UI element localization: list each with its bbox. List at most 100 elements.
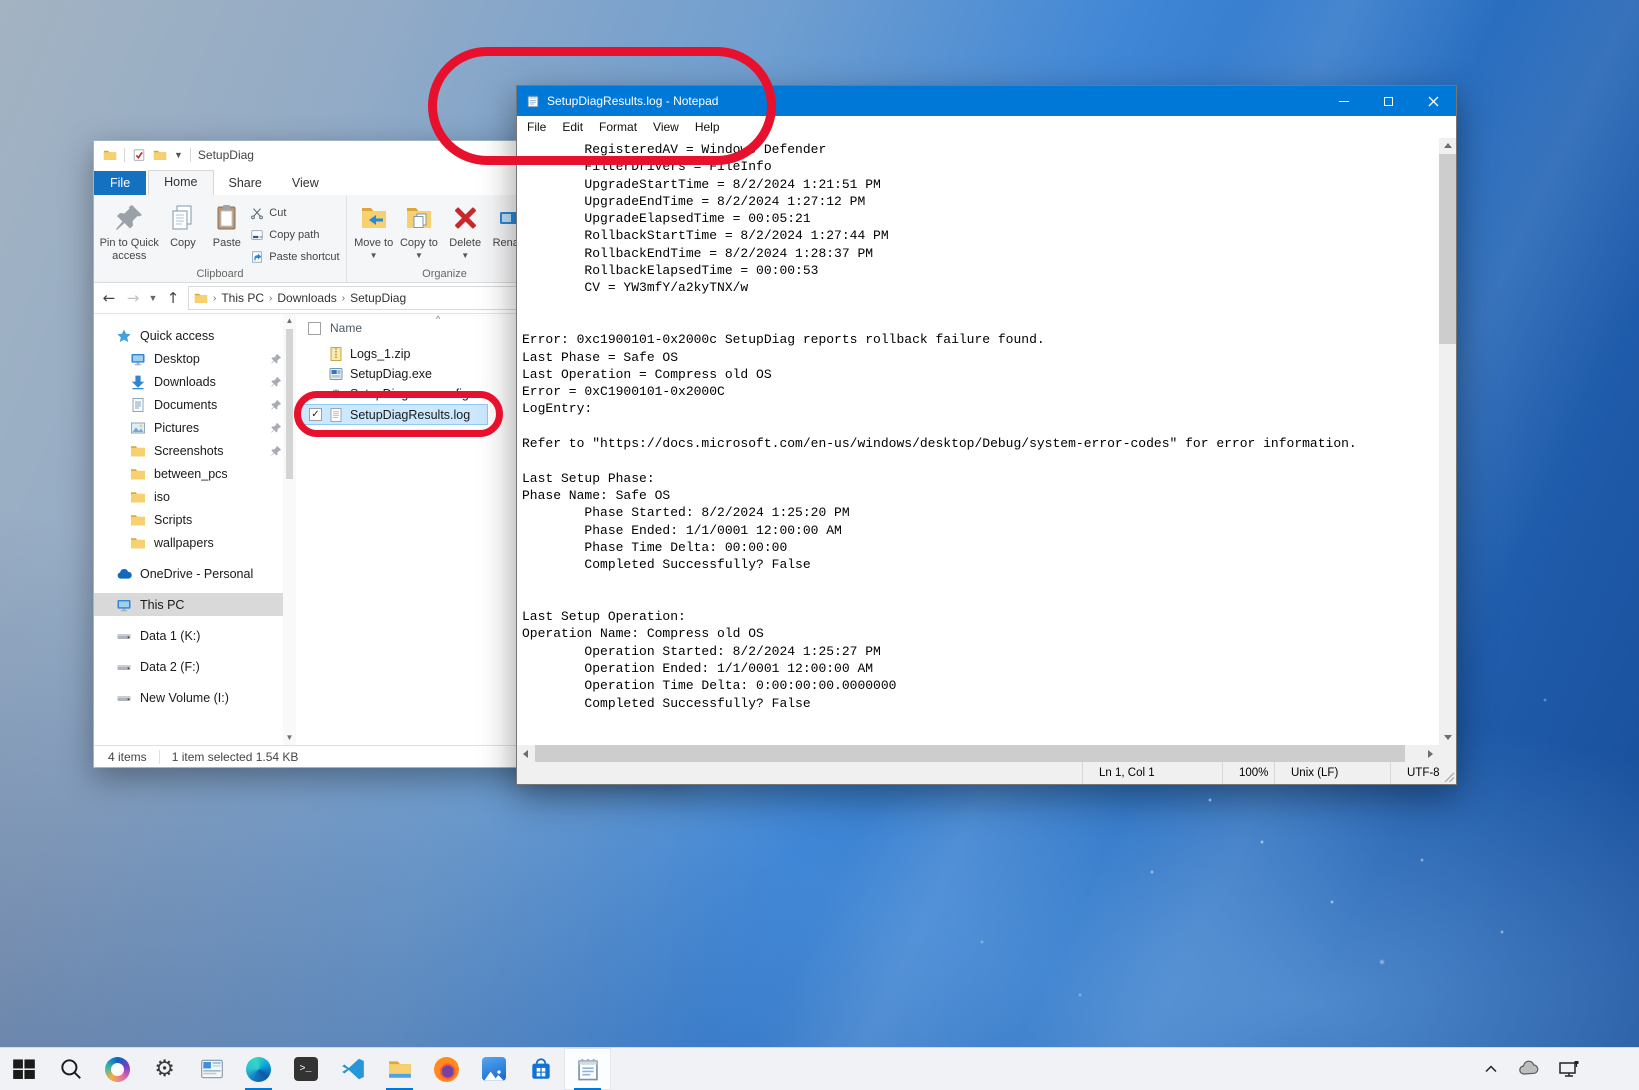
close-button[interactable] <box>1411 86 1456 116</box>
sidebar-item-wallpapers[interactable]: wallpapers <box>94 531 296 554</box>
move-to-button[interactable]: Move to ▼ <box>351 198 396 260</box>
copy-path-button[interactable]: Copy path <box>248 225 342 244</box>
sidebar-item-new-volume-drive[interactable]: New Volume (I:) <box>94 686 296 709</box>
forward-button[interactable]: → <box>124 289 142 307</box>
sidebar-item-screenshots[interactable]: Screenshots <box>94 439 296 462</box>
minimize-button[interactable] <box>1321 86 1366 116</box>
taskbar-store-button[interactable] <box>517 1048 564 1090</box>
sidebar-item-pictures[interactable]: Pictures <box>94 416 296 439</box>
menu-format[interactable]: Format <box>591 117 645 137</box>
notepad-window[interactable]: SetupDiagResults.log - Notepad File Edit… <box>516 85 1457 785</box>
network-tray-icon[interactable] <box>1557 1057 1581 1081</box>
taskbar-notepad-button[interactable] <box>564 1048 611 1090</box>
delete-button[interactable]: Delete ▼ <box>442 198 489 260</box>
breadcrumb-downloads[interactable]: Downloads <box>277 291 336 305</box>
scroll-up-button[interactable] <box>1439 138 1456 153</box>
file-row-setupdiag-exe[interactable]: SetupDiag.exe <box>296 364 488 384</box>
taskbar-settings-button[interactable]: ⚙ <box>141 1048 188 1090</box>
horizontal-scrollbar[interactable] <box>517 745 1456 762</box>
tab-view[interactable]: View <box>277 172 334 195</box>
taskbar-photos-button[interactable] <box>470 1048 517 1090</box>
desktop-icon <box>130 351 146 367</box>
taskbar-start-button[interactable] <box>0 1048 47 1090</box>
menu-help[interactable]: Help <box>687 117 728 137</box>
sidebar-item-quick-access[interactable]: Quick access <box>94 324 296 347</box>
search-icon <box>58 1056 84 1082</box>
scroll-left-button[interactable] <box>517 745 534 762</box>
notepad-titlebar[interactable]: SetupDiagResults.log - Notepad <box>517 86 1456 116</box>
pin-icon <box>270 422 282 434</box>
notepad-text-area[interactable]: RegisteredAV = Windows Defender FilterDr… <box>517 138 1439 745</box>
horizontal-scrollbar-thumb[interactable] <box>535 745 1405 762</box>
scroll-down-button[interactable] <box>1439 730 1456 745</box>
sidebar-item-scripts[interactable]: Scripts <box>94 508 296 531</box>
row-checkbox-checked[interactable]: ✓ <box>309 408 322 421</box>
sidebar-item-downloads[interactable]: Downloads <box>94 370 296 393</box>
tab-home[interactable]: Home <box>148 170 213 195</box>
file-row-setupdiagresults-log[interactable]: ✓ SetupDiagResults.log <box>296 404 488 425</box>
file-row-logs-zip[interactable]: Logs_1.zip <box>296 344 488 364</box>
pin-to-quick-access-button[interactable]: Pin to Quick access <box>98 198 160 262</box>
documents-icon <box>130 397 146 413</box>
sidebar-item-onedrive[interactable]: OneDrive - Personal <box>94 562 296 585</box>
taskbar-terminal-button[interactable]: >_ <box>282 1048 329 1090</box>
back-button[interactable]: ← <box>100 289 118 307</box>
sidebar-item-between-pcs[interactable]: between_pcs <box>94 462 296 485</box>
downloads-icon <box>130 374 146 390</box>
scroll-down-arrow-icon[interactable]: ▼ <box>286 733 294 742</box>
copy-to-icon <box>403 202 435 234</box>
folder-icon <box>130 535 146 551</box>
recent-locations-chevron[interactable]: ▼ <box>148 293 158 303</box>
sidebar-item-this-pc[interactable]: This PC <box>94 593 296 616</box>
copy-button[interactable]: Copy <box>160 198 205 250</box>
windows-logo-icon <box>11 1056 37 1082</box>
select-all-checkbox[interactable] <box>308 322 321 335</box>
taskbar-file-explorer-button[interactable] <box>376 1048 423 1090</box>
sidebar-item-iso[interactable]: iso <box>94 485 296 508</box>
copy-to-button[interactable]: Copy to ▼ <box>396 198 441 260</box>
paste-button[interactable]: Paste <box>205 198 248 250</box>
menu-edit[interactable]: Edit <box>554 117 591 137</box>
close-icon <box>1428 96 1439 107</box>
sidebar-item-data2-drive[interactable]: Data 2 (F:) <box>94 655 296 678</box>
paste-shortcut-button[interactable]: Paste shortcut <box>248 247 342 266</box>
window-title: SetupDiag <box>198 148 254 162</box>
breadcrumb-chevron: › <box>213 293 216 304</box>
onedrive-tray-icon[interactable] <box>1517 1057 1541 1081</box>
name-column-header[interactable]: Name ^ <box>296 318 496 338</box>
breadcrumb-setupdiag[interactable]: SetupDiag <box>350 291 406 305</box>
file-row-setupdiag-config[interactable]: ⚙ SetupDiag.exe.config <box>296 384 488 404</box>
scrollbar-thumb[interactable] <box>286 329 293 479</box>
resize-grip-icon[interactable] <box>1441 769 1455 783</box>
tray-expand-chevron-icon[interactable] <box>1481 1059 1501 1079</box>
sidebar-scrollbar[interactable]: ▲ ▼ <box>283 314 296 745</box>
breadcrumb-this-pc[interactable]: This PC <box>221 291 264 305</box>
sidebar-item-documents[interactable]: Documents <box>94 393 296 416</box>
taskbar-copilot-button[interactable] <box>94 1048 141 1090</box>
cut-button[interactable]: Cut <box>248 203 342 222</box>
cursor-position: Ln 1, Col 1 <box>1082 762 1222 784</box>
qat-new-folder-icon[interactable] <box>153 148 167 162</box>
scroll-right-button[interactable] <box>1422 745 1439 762</box>
qat-properties-icon[interactable] <box>132 148 146 162</box>
menu-view[interactable]: View <box>645 117 687 137</box>
qat-customize-chevron-icon[interactable]: ▼ <box>174 150 183 160</box>
sidebar-item-desktop[interactable]: Desktop <box>94 347 296 370</box>
tab-share[interactable]: Share <box>214 172 277 195</box>
vertical-scrollbar-thumb[interactable] <box>1439 154 1456 344</box>
taskbar-search-button[interactable] <box>47 1048 94 1090</box>
taskbar-edge-button[interactable] <box>235 1048 282 1090</box>
menu-file[interactable]: File <box>519 117 554 137</box>
tab-file[interactable]: File <box>94 171 146 195</box>
sidebar-item-data1-drive[interactable]: Data 1 (K:) <box>94 624 296 647</box>
taskbar-vscode-button[interactable] <box>329 1048 376 1090</box>
notepad-window-title: SetupDiagResults.log - Notepad <box>547 94 718 108</box>
scroll-down-arrow-icon <box>1444 735 1452 740</box>
dropdown-caret-icon: ▼ <box>370 251 378 260</box>
taskbar-firefox-button[interactable] <box>423 1048 470 1090</box>
up-button[interactable]: ↑ <box>164 289 182 307</box>
vertical-scrollbar[interactable] <box>1439 138 1456 745</box>
maximize-button[interactable] <box>1366 86 1411 116</box>
scroll-up-arrow-icon[interactable]: ▲ <box>286 316 294 325</box>
taskbar-system-app-button[interactable] <box>188 1048 235 1090</box>
